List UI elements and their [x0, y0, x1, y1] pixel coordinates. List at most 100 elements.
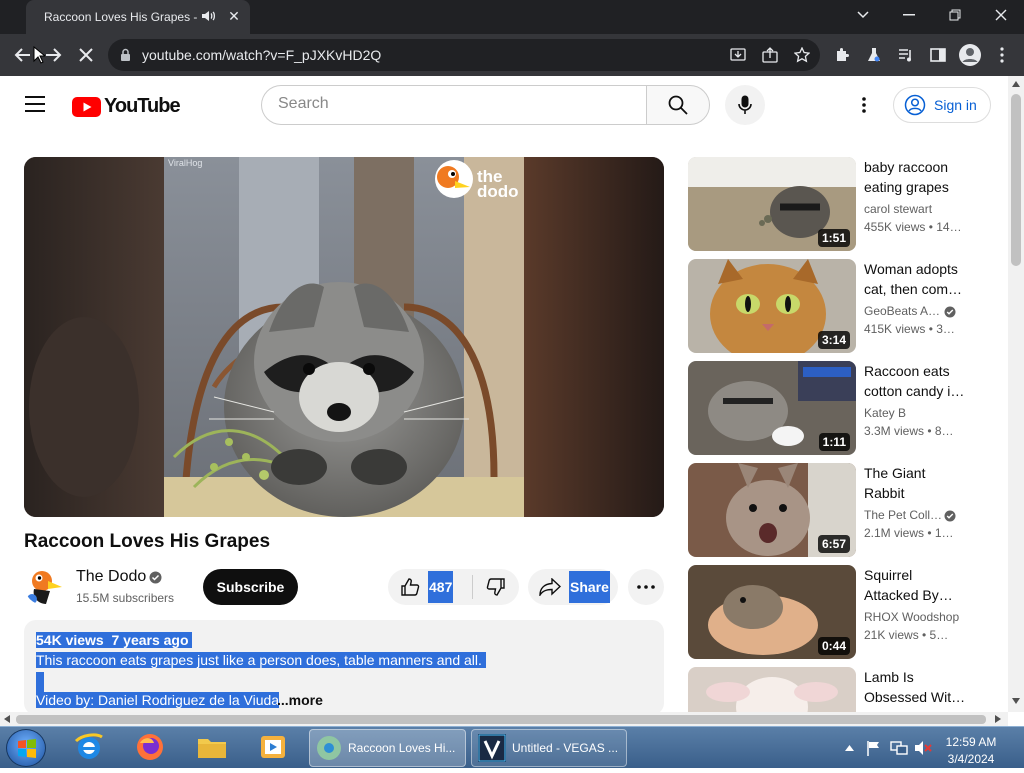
- microphone-icon: [738, 95, 752, 114]
- video-duration: 3:14: [817, 331, 850, 349]
- video-duration: 1:51: [817, 229, 850, 247]
- recommended-channel[interactable]: RHOX Woodshop: [864, 610, 959, 624]
- channel-name[interactable]: The Dodo: [76, 568, 146, 586]
- recommended-channel[interactable]: GeoBeats A…: [864, 304, 940, 318]
- extensions-puzzle-icon[interactable]: [829, 42, 855, 68]
- file-explorer-icon[interactable]: [196, 731, 228, 763]
- recommended-channel[interactable]: Katey B: [864, 406, 906, 420]
- video-duration: 0:44: [817, 637, 850, 655]
- clock-time[interactable]: 12:59 AM: [941, 735, 1001, 749]
- vertical-scroll-thumb[interactable]: [1011, 94, 1021, 266]
- internet-explorer-icon[interactable]: [73, 731, 105, 763]
- video-thumbnail[interactable]: 1:11: [688, 361, 856, 455]
- recommended-channel[interactable]: carol stewart: [864, 202, 932, 216]
- url-text[interactable]: youtube.com/watch?v=F_pJXKvHD2Q: [142, 47, 381, 63]
- voice-search-button[interactable]: [725, 85, 765, 125]
- hamburger-menu-icon[interactable]: [24, 95, 46, 118]
- vertical-scrollbar[interactable]: [1008, 76, 1024, 712]
- network-icon[interactable]: [890, 740, 908, 756]
- search-button[interactable]: [646, 85, 710, 125]
- action-center-flag-icon[interactable]: [866, 740, 882, 756]
- youtube-logo[interactable]: YouTube: [72, 95, 181, 118]
- scroll-up-arrow-icon[interactable]: [1012, 81, 1020, 87]
- tab-close-icon[interactable]: ✕: [226, 8, 242, 24]
- youtube-masthead: YouTube Sign in: [0, 76, 1008, 134]
- more-horizontal-icon: [637, 585, 655, 589]
- clock-date[interactable]: 3/4/2024: [941, 752, 1001, 766]
- thumbs-down-icon: [486, 578, 505, 596]
- lab-flask-icon[interactable]: [861, 42, 887, 68]
- show-hidden-icons-icon[interactable]: [845, 745, 854, 751]
- recommended-video[interactable]: 1:51 baby raccoon eating grapes carol st…: [688, 157, 988, 251]
- stop-loading-icon[interactable]: [73, 42, 99, 68]
- search-box: [261, 85, 647, 125]
- recommended-title[interactable]: Squirrel Attacked By…: [864, 565, 966, 605]
- dislike-button[interactable]: [474, 569, 518, 605]
- profile-avatar-icon[interactable]: [957, 42, 983, 68]
- verified-badge-icon: [944, 510, 956, 522]
- view-count-date: 54K views 7 years ago: [36, 632, 193, 648]
- recommended-video[interactable]: 3:14 Woman adopts cat, then com… GeoBeat…: [688, 259, 988, 353]
- address-bar[interactable]: youtube.com/watch?v=F_pJXKvHD2Q: [108, 39, 820, 71]
- bookmark-star-icon[interactable]: [794, 47, 810, 63]
- recommended-video[interactable]: 1:11 Raccoon eats cotton candy i… Katey …: [688, 361, 988, 455]
- description-box[interactable]: 54K views 7 years ago This raccoon eats …: [24, 620, 664, 715]
- video-player[interactable]: ViralHog the dodo: [24, 157, 664, 517]
- channel-avatar[interactable]: [24, 565, 64, 605]
- audio-playing-icon[interactable]: [200, 8, 216, 24]
- close-window-icon[interactable]: [978, 0, 1024, 30]
- recommended-title[interactable]: Lamb Is Obsessed Wit…: [864, 667, 966, 707]
- scroll-down-arrow-icon[interactable]: [1012, 698, 1020, 704]
- video-frame-raccoon: [24, 157, 664, 517]
- horizontal-scroll-thumb[interactable]: [16, 715, 986, 724]
- vegas-app-icon: [478, 734, 506, 762]
- description-credit: Video by: Daniel Rodriguez de la Viuda: [36, 692, 280, 708]
- video-thumbnail[interactable]: 6:57: [688, 463, 856, 557]
- share-page-icon[interactable]: [762, 47, 778, 63]
- media-queue-icon[interactable]: [893, 42, 919, 68]
- recommended-video[interactable]: Lamb Is Obsessed Wit…: [688, 667, 988, 712]
- lock-icon[interactable]: [120, 48, 131, 62]
- recommended-title[interactable]: Raccoon eats cotton candy i…: [864, 361, 966, 401]
- video-thumbnail[interactable]: 0:44: [688, 565, 856, 659]
- like-count: 487: [428, 571, 454, 603]
- search-input[interactable]: [278, 95, 618, 113]
- video-thumbnail[interactable]: 3:14: [688, 259, 856, 353]
- recommended-title[interactable]: Woman adopts cat, then com…: [864, 259, 966, 299]
- firefox-icon[interactable]: [134, 731, 166, 763]
- install-app-icon[interactable]: [730, 47, 746, 63]
- browser-menu-icon[interactable]: [989, 42, 1015, 68]
- video-duration: 1:11: [818, 433, 850, 451]
- recommended-video[interactable]: 6:57 The Giant Rabbit The Pet Coll… 2.1M…: [688, 463, 988, 557]
- volume-muted-icon[interactable]: [914, 740, 932, 756]
- restore-icon[interactable]: [932, 0, 978, 30]
- scroll-left-arrow-icon[interactable]: [4, 715, 10, 723]
- video-thumbnail[interactable]: 1:51: [688, 157, 856, 251]
- side-panel-icon[interactable]: [925, 42, 951, 68]
- recommended-video[interactable]: 0:44 Squirrel Attacked By… RHOX Woodshop…: [688, 565, 988, 659]
- subscribe-button[interactable]: Subscribe: [203, 569, 298, 605]
- recommended-title[interactable]: The Giant Rabbit: [864, 463, 966, 503]
- sign-in-label: Sign in: [934, 97, 977, 113]
- scroll-right-arrow-icon[interactable]: [995, 715, 1001, 723]
- video-thumbnail[interactable]: [688, 667, 856, 712]
- tab-search-icon[interactable]: [840, 0, 886, 30]
- youtube-logo-text: YouTube: [104, 95, 181, 117]
- share-button[interactable]: Share: [528, 569, 618, 605]
- recommended-title[interactable]: baby raccoon eating grapes: [864, 157, 966, 197]
- horizontal-scrollbar[interactable]: [0, 712, 1008, 726]
- settings-more-icon[interactable]: [855, 96, 873, 119]
- more-actions-button[interactable]: [628, 569, 664, 605]
- taskbar-chrome-window[interactable]: Raccoon Loves Hi...: [309, 729, 466, 767]
- media-player-icon[interactable]: [257, 731, 289, 763]
- back-arrow-icon[interactable]: [9, 42, 35, 68]
- recommended-channel[interactable]: The Pet Coll…: [864, 508, 942, 522]
- browser-tab[interactable]: Raccoon Loves His Grapes - ✕: [26, 0, 250, 34]
- show-more-link[interactable]: ...more: [277, 692, 323, 708]
- like-button[interactable]: 487: [388, 569, 470, 605]
- minimize-icon[interactable]: [886, 0, 932, 30]
- start-button[interactable]: [6, 729, 46, 767]
- taskbar-vegas-window[interactable]: Untitled - VEGAS ...: [471, 729, 627, 767]
- sign-in-button[interactable]: Sign in: [893, 87, 991, 123]
- verified-badge-icon: [149, 571, 162, 584]
